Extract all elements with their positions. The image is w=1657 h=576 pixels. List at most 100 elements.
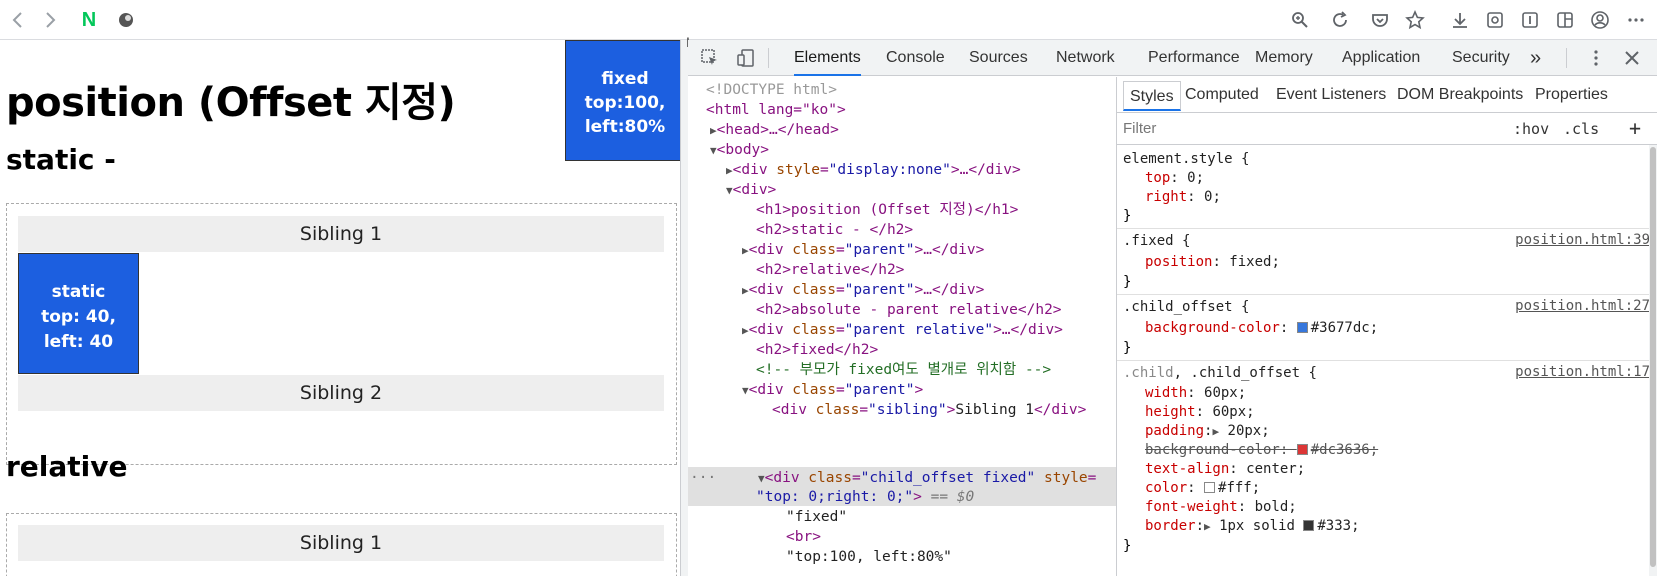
dom-div-child-fixed-cont[interactable]: "top: 0;right: 0;"> == $0 bbox=[756, 487, 974, 507]
dom-div-parent-3[interactable]: ▼<div class="parent"> bbox=[742, 380, 923, 400]
expand-triangle-icon[interactable]: ▶ bbox=[726, 164, 733, 177]
page-viewport: position (Offset 지정) static - Sibling 1 … bbox=[0, 40, 680, 576]
dom-attr-value: "sibling" bbox=[868, 402, 947, 418]
dom-text-fixed[interactable]: "fixed" bbox=[786, 507, 847, 527]
expand-triangle-icon[interactable]: ▶ bbox=[710, 124, 717, 137]
color-swatch-icon[interactable] bbox=[1296, 322, 1308, 333]
dom-comment[interactable]: <!-- 부모가 fixed여도 별개로 위치함 --> bbox=[756, 360, 1051, 380]
browser-toolbar: N bbox=[0, 0, 1657, 40]
inspect-element-icon[interactable] bbox=[698, 46, 722, 70]
star-icon[interactable] bbox=[1403, 8, 1427, 32]
tab-event-listeners[interactable]: Event Listeners bbox=[1276, 77, 1386, 113]
naver-icon[interactable]: N bbox=[78, 9, 100, 31]
prop-value: 60px; bbox=[1212, 404, 1255, 420]
tab-elements[interactable]: Elements bbox=[794, 40, 861, 76]
dom-div-parent-2[interactable]: ▶<div class="parent">…</div> bbox=[742, 280, 984, 300]
rule-prop-position[interactable]: position: fixed; bbox=[1145, 253, 1280, 272]
close-devtools-icon[interactable] bbox=[1620, 46, 1644, 70]
pocket-icon[interactable] bbox=[1368, 8, 1392, 32]
dom-h2-relative[interactable]: <h2>relative</h2> bbox=[756, 260, 904, 280]
class-toggle-button[interactable]: .cls bbox=[1563, 120, 1599, 138]
styles-filter-bar: Filter :hov .cls + bbox=[1117, 113, 1657, 145]
expand-triangle-icon[interactable]: ▶ bbox=[742, 284, 749, 297]
dom-div-parent-1[interactable]: ▶<div class="parent">…</div> bbox=[742, 240, 984, 260]
customize-menu-icon[interactable] bbox=[1584, 46, 1608, 70]
rule-selector: .child_offset { bbox=[1123, 299, 1250, 315]
tab-network[interactable]: Network bbox=[1056, 40, 1115, 76]
hover-state-button[interactable]: :hov bbox=[1513, 120, 1549, 138]
collapse-triangle-icon[interactable]: ▼ bbox=[710, 144, 717, 157]
zoom-icon[interactable] bbox=[1288, 8, 1312, 32]
dom-h2-static[interactable]: <h2>static - </h2> bbox=[756, 220, 913, 240]
rule-prop-padding[interactable]: padding:▶ 20px; bbox=[1145, 422, 1270, 441]
tab-performance[interactable]: Performance bbox=[1148, 40, 1240, 76]
screenshot-icon[interactable] bbox=[1483, 8, 1507, 32]
color-swatch-icon[interactable] bbox=[1296, 444, 1308, 455]
dom-doctype[interactable]: <!DOCTYPE html> bbox=[706, 80, 837, 100]
dom-head[interactable]: ▶<head>…</head> bbox=[710, 120, 839, 140]
account-icon[interactable] bbox=[1588, 8, 1612, 32]
rule-prop-font-weight[interactable]: font-weight: bold; bbox=[1145, 498, 1297, 517]
expand-triangle-icon[interactable]: ▶ bbox=[742, 244, 749, 257]
tab-dom-breakpoints[interactable]: DOM Breakpoints bbox=[1397, 77, 1523, 113]
styles-scrollbar[interactable] bbox=[1649, 145, 1657, 576]
download-icon[interactable] bbox=[1448, 8, 1472, 32]
dom-h1[interactable]: <h1>position (Offset 지정)</h1> bbox=[756, 200, 1018, 220]
styles-filter-input[interactable]: Filter bbox=[1123, 120, 1156, 137]
rule-source-link[interactable]: position.html:27 bbox=[1515, 298, 1650, 314]
dom-text-top[interactable]: "top:100, left:80%" bbox=[786, 547, 952, 567]
device-toolbar-icon[interactable] bbox=[734, 46, 758, 70]
rule-prop-height[interactable]: height: 60px; bbox=[1145, 403, 1255, 422]
tab-application[interactable]: Application bbox=[1342, 40, 1420, 76]
dom-div-hidden[interactable]: ▶<div style="display:none">…</div> bbox=[726, 160, 1021, 180]
more-tabs-button[interactable]: » bbox=[1530, 40, 1541, 76]
node-actions-ellipsis[interactable]: ··· bbox=[690, 468, 716, 488]
back-arrow-icon[interactable] bbox=[6, 8, 30, 32]
dom-div[interactable]: ▼<div> bbox=[726, 180, 776, 200]
devtools-splitter[interactable] bbox=[680, 40, 688, 576]
scrollbar-thumb[interactable] bbox=[1650, 147, 1656, 567]
forward-arrow-icon[interactable] bbox=[38, 8, 62, 32]
collapse-triangle-icon[interactable]: ▼ bbox=[758, 472, 765, 485]
dom-div-child-fixed[interactable]: ▼<div class="child_offset fixed" style= bbox=[758, 468, 1096, 488]
tab-console[interactable]: Console bbox=[886, 40, 945, 76]
rule-source-link[interactable]: position.html:17 bbox=[1515, 364, 1650, 380]
rule-prop-border[interactable]: border:▶ 1px solid #333; bbox=[1145, 517, 1360, 536]
dom-h2-absolute[interactable]: <h2>absolute - parent relative</h2> bbox=[756, 300, 1062, 320]
dom-h2-fixed[interactable]: <h2>fixed</h2> bbox=[756, 340, 878, 360]
rule-prop-width[interactable]: width: 60px; bbox=[1145, 384, 1246, 403]
dom-div-parent-relative[interactable]: ▶<div class="parent relative">…</div> bbox=[742, 320, 1063, 340]
dom-body[interactable]: ▼<body> bbox=[710, 140, 769, 160]
more-icon[interactable] bbox=[1624, 8, 1648, 32]
extension-icon[interactable] bbox=[114, 8, 138, 32]
rule-prop-color[interactable]: color: #fff; bbox=[1145, 479, 1260, 498]
collapse-triangle-icon[interactable]: ▼ bbox=[742, 384, 749, 397]
collapse-triangle-icon[interactable]: ▼ bbox=[726, 184, 733, 197]
dom-div-sibling-1[interactable]: <div class="sibling">Sibling 1</div> bbox=[772, 400, 1086, 420]
prop-value: #333; bbox=[1317, 518, 1360, 534]
reload-icon[interactable] bbox=[1328, 8, 1352, 32]
dom-br[interactable]: <br> bbox=[786, 527, 821, 547]
tab-security[interactable]: Security bbox=[1452, 40, 1510, 76]
new-rule-button[interactable]: + bbox=[1629, 116, 1641, 140]
expand-triangle-icon[interactable]: ▶ bbox=[742, 324, 749, 337]
rule-source-link[interactable]: position.html:39 bbox=[1515, 232, 1650, 248]
rule-prop-text-align[interactable]: text-align: center; bbox=[1145, 460, 1305, 479]
tab-properties[interactable]: Properties bbox=[1535, 77, 1608, 113]
tab-sources[interactable]: Sources bbox=[969, 40, 1028, 76]
rule-prop-right[interactable]: right: 0; bbox=[1145, 188, 1221, 207]
sidebar-icon[interactable] bbox=[1553, 8, 1577, 32]
tab-memory[interactable]: Memory bbox=[1255, 40, 1313, 76]
expand-triangle-icon[interactable]: ▶ bbox=[1204, 520, 1211, 533]
rule-prop-background-overridden[interactable]: background-color: #dc3636; bbox=[1145, 441, 1378, 460]
reader-icon[interactable] bbox=[1518, 8, 1542, 32]
tab-styles[interactable]: Styles bbox=[1123, 81, 1181, 111]
color-swatch-icon[interactable] bbox=[1204, 482, 1216, 493]
color-swatch-icon[interactable] bbox=[1303, 520, 1315, 531]
dom-html[interactable]: <html lang="ko"> bbox=[706, 100, 846, 120]
prop-value: 20px; bbox=[1227, 423, 1270, 439]
rule-prop-background[interactable]: background-color: #3677dc; bbox=[1145, 319, 1378, 338]
dom-h2-label: <h2>relative</h2> bbox=[756, 262, 905, 278]
tab-computed[interactable]: Computed bbox=[1185, 77, 1259, 113]
rule-prop-top[interactable]: top: 0; bbox=[1145, 169, 1204, 188]
